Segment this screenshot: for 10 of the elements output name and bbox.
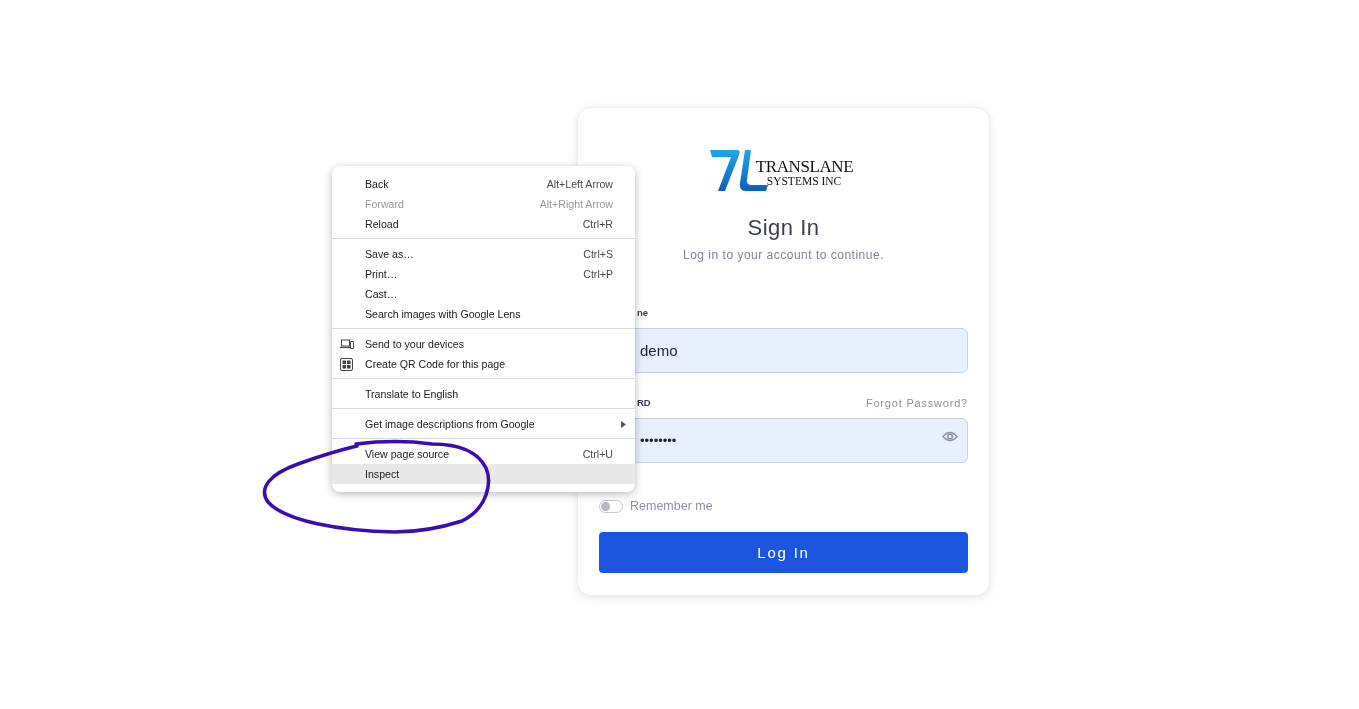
company-suffix: SYSTEMS INC bbox=[766, 175, 843, 187]
username-label: ne bbox=[637, 307, 649, 319]
shortcut-text: Ctrl+R bbox=[582, 218, 613, 230]
remember-me-label: Remember me bbox=[630, 499, 713, 513]
shortcut-text: Ctrl+S bbox=[583, 248, 613, 260]
company-name: TRANSLANE bbox=[755, 159, 854, 175]
shortcut-text: Alt+Right Arrow bbox=[539, 198, 613, 210]
shortcut-text: Alt+Left Arrow bbox=[546, 178, 613, 190]
shortcut-text: Ctrl+P bbox=[583, 268, 613, 280]
password-label: RD bbox=[637, 397, 651, 409]
